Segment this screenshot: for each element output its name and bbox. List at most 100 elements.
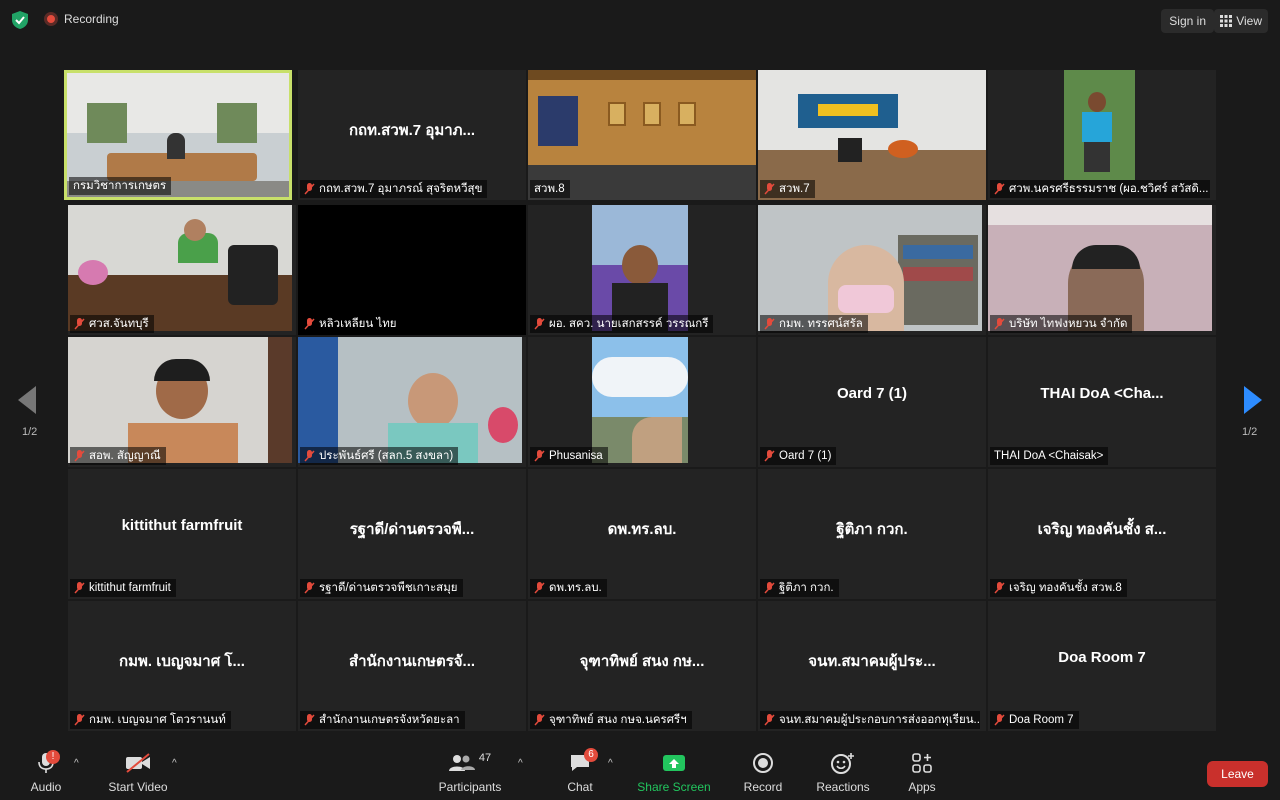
participant-name-label: สวพ.7 [760,180,815,198]
muted-mic-icon [74,714,85,726]
participant-tile[interactable]: สวพ.7 [758,70,986,200]
record-label: Record [743,780,783,794]
muted-mic-icon [304,582,315,594]
participant-tile[interactable]: ดพ.ทร.ลบ. ดพ.ทร.ลบ. [528,469,756,599]
participant-tile[interactable]: ประพันธ์ศรี (สลก.5 สงขลา) [298,337,526,467]
muted-mic-icon [534,318,545,330]
audio-label: Audio [30,780,62,794]
participant-tile[interactable]: สำนักงานเกษตรจั... สำนักงานเกษตรจังหวัดย… [298,601,526,731]
record-button[interactable]: Record [740,750,786,794]
participant-name-label: ฐิติภา กวก. [760,579,839,597]
video-feed-office-desk [68,205,292,331]
participant-tile[interactable]: จุฑาทิพย์ สนง กษ... จุฑาทิพย์ สนง กษจ.นค… [528,601,756,731]
participant-name-label: จนท.สมาคมผู้ประกอบการส่งออกทุเรียน... [760,711,980,729]
participant-tile[interactable]: กถท.สวพ.7 อุมาภ... กถท.สวพ.7 อุมาภรณ์ สุ… [298,70,526,200]
video-options-chevron-icon[interactable]: ^ [172,758,177,769]
participant-tile[interactable]: Phusanisa [528,337,756,467]
participant-tile[interactable]: THAI DoA <Cha... THAI DoA <Chaisak> [988,337,1216,467]
sign-in-button[interactable]: Sign in [1161,9,1214,33]
audio-warning-badge: ! [46,750,60,764]
video-feed-portrait-wall [68,337,292,463]
next-page-arrow-icon[interactable] [1242,386,1262,414]
start-video-button[interactable]: Start Video [104,750,172,794]
muted-mic-icon [994,714,1005,726]
video-feed-curtain-room [988,205,1212,331]
muted-mic-icon [534,450,545,462]
participant-tile[interactable]: กมพ. ทรรศน์สรัล [758,205,986,335]
participant-tile[interactable]: กมพ. เบญจมาศ โ... กมพ. เบญจมาศ โตวรานนท์ [68,601,296,731]
muted-mic-icon [534,582,545,594]
grid-view-icon [1220,15,1233,27]
participant-display-name: ดพ.ทร.ลบ. [607,521,677,538]
security-shield-icon[interactable] [10,10,30,30]
participant-tile[interactable]: ผอ. สคว. นายเสกสรรค์ วรรณกรี [528,205,756,335]
participant-tile[interactable]: ศวพ.นครศรีธรรมราช (ผอ.ชวิศร์ สวัสดิ... [988,70,1216,200]
video-feed-portrait-garden [1064,70,1135,180]
participant-display-name: สำนักงานเกษตรจั... [348,653,476,670]
participant-name-label: สวพ.8 [530,180,570,198]
participant-name-label: Oard 7 (1) [760,447,837,465]
participant-tile[interactable]: Doa Room 7 Doa Room 7 [988,601,1216,731]
reactions-label: Reactions [816,780,870,794]
participant-tile[interactable]: รฐาดี/ด่านตรวจพื... รฐาดี/ด่านตรวจพืชเกา… [298,469,526,599]
chat-label: Chat [567,780,593,794]
record-icon [753,753,773,773]
participant-tile[interactable]: หลิวเหลียน ไทย [298,205,526,335]
apps-label: Apps [908,780,936,794]
muted-mic-icon [994,183,1005,195]
video-gallery: กรมวิชาการเกษตร กถท.สวพ.7 อุมาภ... กถท.ส… [64,70,1216,731]
video-off-icon [126,753,150,773]
share-screen-button[interactable]: Share Screen [636,750,712,794]
participant-tile[interactable]: เจริญ ทองคันชั้ง ส... เจริญ ทองคันชั้ง ส… [988,469,1216,599]
participant-tile[interactable]: kittithut farmfruit kittithut farmfruit [68,469,296,599]
previous-page-arrow-icon[interactable] [18,386,38,414]
participant-tile[interactable]: จนท.สมาคมผู้ประ... จนท.สมาคมผู้ประกอบการ… [758,601,986,731]
muted-mic-icon [764,582,775,594]
participant-tile[interactable]: Oard 7 (1) Oard 7 (1) [758,337,986,467]
apps-icon [912,753,932,773]
participant-display-name: จุฑาทิพย์ สนง กษ... [579,653,705,670]
chat-options-chevron-icon[interactable]: ^ [608,758,613,769]
muted-mic-icon [764,318,775,330]
participant-name-label: กมพ. ทรรศน์สรัล [760,315,868,333]
view-label: View [1236,14,1262,28]
participant-tile[interactable]: กรมวิชาการเกษตร [64,70,292,200]
participant-tile[interactable]: ฐิติภา กวก. ฐิติภา กวก. [758,469,986,599]
participant-name-label: รฐาดี/ด่านตรวจพืชเกาะสมุย [300,579,463,597]
video-feed-portrait-sky [592,337,688,463]
participant-tile[interactable]: ศวส.จันทบุรี [68,205,296,335]
muted-mic-icon [74,450,85,462]
participant-display-name: เจริญ ทองคันชั้ง ส... [1037,521,1167,538]
recording-dot-icon [44,12,58,26]
participants-count: 47 [478,752,492,764]
participant-tile[interactable]: สวพ.8 [528,70,756,200]
view-button[interactable]: View [1214,9,1268,33]
participants-options-chevron-icon[interactable]: ^ [518,758,523,769]
participant-name-label: ศวพ.นครศรีธรรมราช (ผอ.ชวิศร์ สวัสดิ... [990,180,1210,198]
participant-tile[interactable]: สอพ. สัญญาณี [68,337,296,467]
participants-label: Participants [438,780,502,794]
participant-name-label: สำนักงานเกษตรจังหวัดยะลา [300,711,465,729]
leave-meeting-button[interactable]: Leave [1207,761,1268,787]
participant-name-label: บริษัท ไทฟงหยวน จำกัด [990,315,1133,333]
recording-indicator[interactable]: Recording [44,12,119,26]
participant-display-name: Doa Room 7 [1058,649,1146,666]
muted-mic-icon [534,714,545,726]
muted-mic-icon [304,450,315,462]
participant-name-label: กมพ. เบญจมาศ โตวรานนท์ [70,711,231,729]
muted-mic-icon [764,714,775,726]
participant-tile[interactable]: บริษัท ไทฟงหยวน จำกัด [988,205,1216,335]
participant-name-label: เจริญ ทองคันชั้ง สวพ.8 [990,579,1127,597]
participant-name-label: THAI DoA <Chaisak> [990,447,1109,465]
participants-button[interactable]: 47 Participants [436,750,504,794]
participant-name-label: ผอ. สคว. นายเสกสรรค์ วรรณกรี [530,315,714,333]
audio-options-chevron-icon[interactable]: ^ [74,758,79,769]
page-indicator-right: 1/2 [1242,426,1258,438]
video-feed-bookshelf [758,205,982,331]
participant-name-label: ประพันธ์ศรี (สลก.5 สงขลา) [300,447,459,465]
reactions-button[interactable]: Reactions [814,750,872,794]
participant-name-label: kittithut farmfruit [70,579,176,597]
muted-mic-icon [304,714,315,726]
participant-name-label: กถท.สวพ.7 อุมาภรณ์ สุจริตหวีสุข [300,180,488,198]
apps-button[interactable]: Apps [902,750,942,794]
